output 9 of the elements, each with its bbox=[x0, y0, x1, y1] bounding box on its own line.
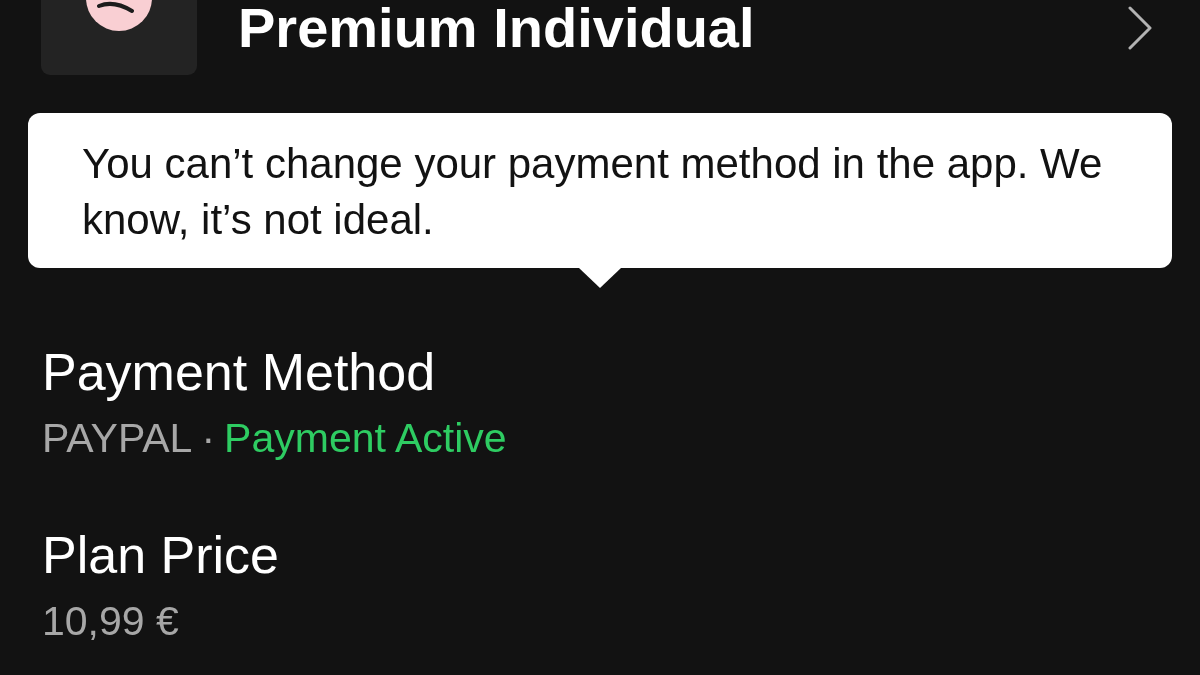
detail-value: 10,99 € bbox=[42, 597, 179, 645]
chevron-right-icon[interactable] bbox=[1128, 6, 1152, 50]
detail-label: Payment Method bbox=[42, 342, 436, 402]
detail-label: Plan Price bbox=[42, 525, 279, 585]
tooltip-text: You can’t change your payment method in the app. We know, it’s not ideal. bbox=[82, 139, 1104, 245]
middle-dot-separator: · bbox=[201, 414, 216, 462]
plan-title: Premium Individual bbox=[238, 0, 755, 56]
detail-value: PAYPAL bbox=[42, 414, 193, 462]
payment-status-text: Payment Active bbox=[224, 414, 507, 462]
